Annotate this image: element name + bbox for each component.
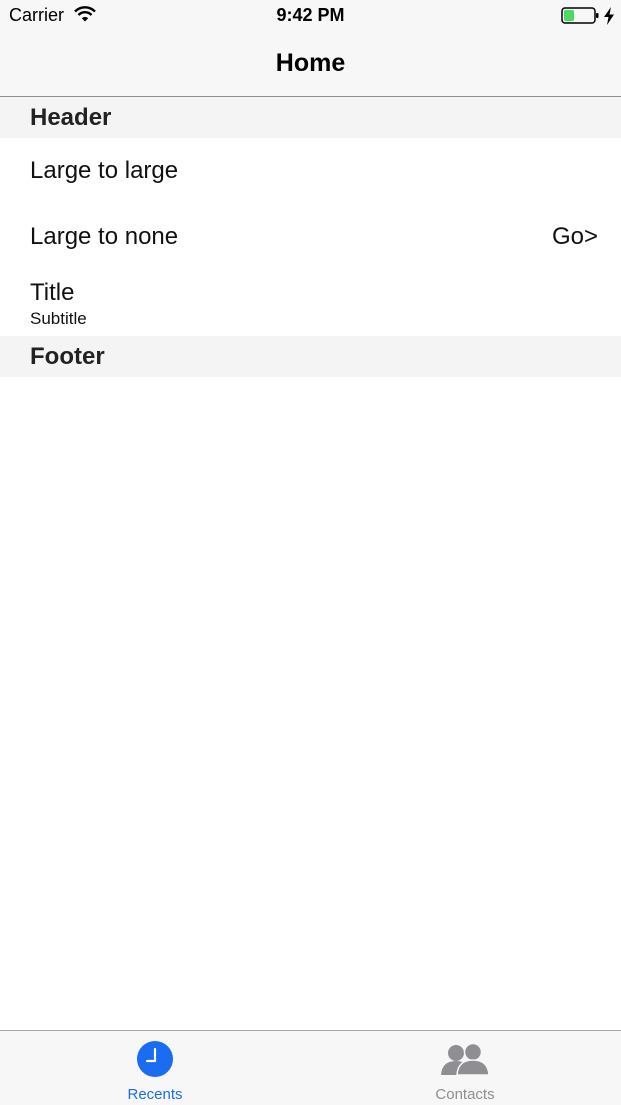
table-row[interactable]: Large to none Go> (0, 204, 621, 270)
status-bar: Carrier 9:42 PM (0, 0, 621, 32)
table-row[interactable]: Title Subtitle (0, 270, 621, 336)
tab-recents[interactable]: Recents (0, 1031, 310, 1105)
page-title: Home (275, 49, 346, 77)
contacts-icon (438, 1040, 492, 1083)
table-row[interactable]: Large to large (0, 138, 621, 204)
section-footer-label: Footer (30, 343, 105, 370)
tab-recents-label: Recents (127, 1086, 183, 1103)
tab-contacts-label: Contacts (435, 1086, 495, 1103)
section-header-label: Header (30, 104, 112, 131)
clock-icon (136, 1040, 174, 1083)
cell-title: Large to none (30, 223, 179, 250)
section-footer: Footer (0, 336, 621, 377)
battery-icon (561, 6, 601, 31)
navigation-bar: Home (0, 32, 621, 97)
cell-title: Large to large (30, 157, 179, 184)
clock-time: 9:42 PM (276, 5, 345, 25)
tab-contacts[interactable]: Contacts (310, 1031, 620, 1105)
charging-bolt-icon (603, 6, 615, 31)
section-header: Header (0, 97, 621, 138)
cell-subtitle: Subtitle (30, 309, 87, 328)
tab-bar: Recents Contacts (0, 1030, 621, 1105)
go-accessory[interactable]: Go> (552, 223, 598, 251)
cell-title: Title (30, 279, 75, 306)
